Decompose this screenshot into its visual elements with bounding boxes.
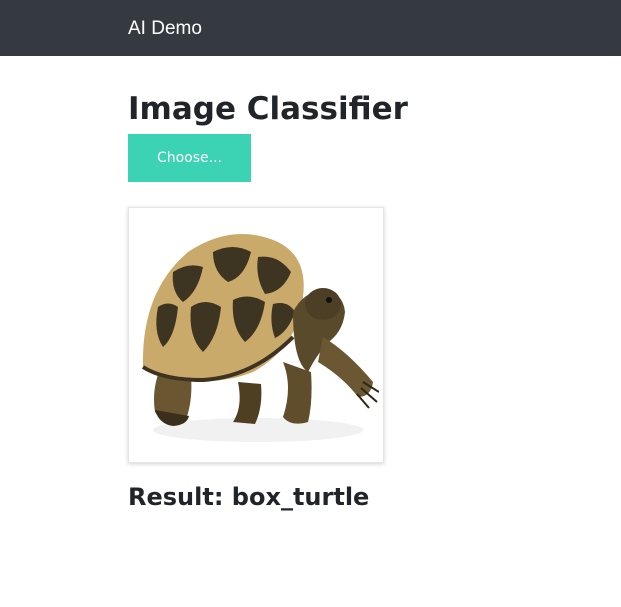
choose-file-button[interactable]: Choose... <box>128 134 251 182</box>
image-preview <box>128 207 384 463</box>
top-navbar: AI Demo <box>0 0 621 56</box>
result-prefix: Result: <box>128 483 224 511</box>
turtle-photo <box>133 212 379 458</box>
navbar-brand[interactable]: AI Demo <box>128 17 202 41</box>
classification-result: Result: box_turtle <box>128 481 369 513</box>
page-title: Image Classifier <box>128 91 408 127</box>
result-value: box_turtle <box>231 483 370 511</box>
